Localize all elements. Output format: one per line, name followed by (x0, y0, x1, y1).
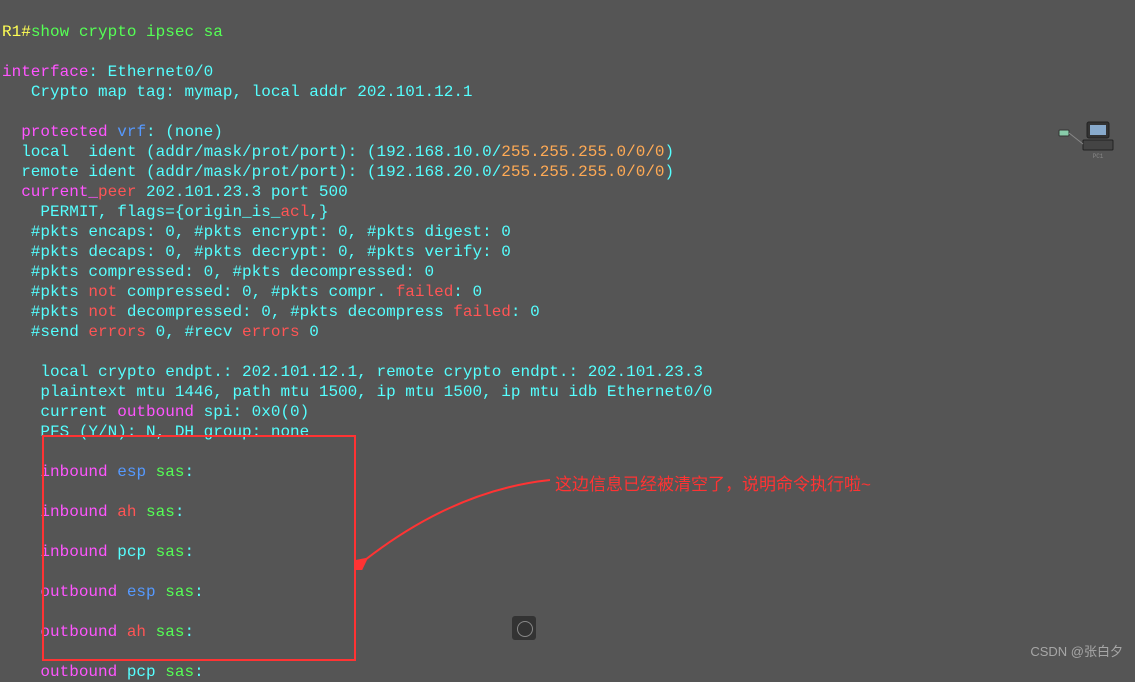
mtu-line: plaintext mtu 1446, path mtu 1500, ip mt… (2, 383, 713, 401)
command: show crypto ipsec sa (31, 23, 223, 41)
local-addr: 202.101.12.1 (357, 83, 472, 101)
pkts-decaps: #pkts decaps: 0, #pkts decrypt: 0, #pkts… (2, 243, 511, 261)
local-endpt: 202.101.12.1 (242, 363, 357, 381)
prompt: R1# (2, 23, 31, 41)
search-icon (512, 616, 536, 640)
remote-endpt: 202.101.23.3 (588, 363, 703, 381)
remote-ident-ip: 192.168.20.0 (376, 163, 491, 181)
local-ident-ip: 192.168.10.0 (376, 143, 491, 161)
pkts-compressed: #pkts compressed: 0, #pkts decompressed:… (2, 263, 434, 281)
pkts-encaps: #pkts encaps: 0, #pkts encrypt: 0, #pkts… (2, 223, 511, 241)
watermark: CSDN @张白夕 (1030, 644, 1123, 660)
peer-ip: 202.101.23.3 (146, 183, 261, 201)
pfs-line: PFS (Y/N): N, DH group: none (2, 423, 309, 441)
annotation-text: 这边信息已经被清空了，说明命令执行啦~ (555, 474, 871, 495)
map-tag: mymap (184, 83, 232, 101)
svg-text:PC1: PC1 (1093, 153, 1104, 160)
terminal-output: R1#show crypto ipsec sa interface: Ether… (0, 0, 1135, 682)
device-icon: PC1 (1057, 120, 1117, 160)
interface-value: Ethernet0/0 (108, 63, 214, 81)
interface-kw: interface (2, 63, 88, 81)
